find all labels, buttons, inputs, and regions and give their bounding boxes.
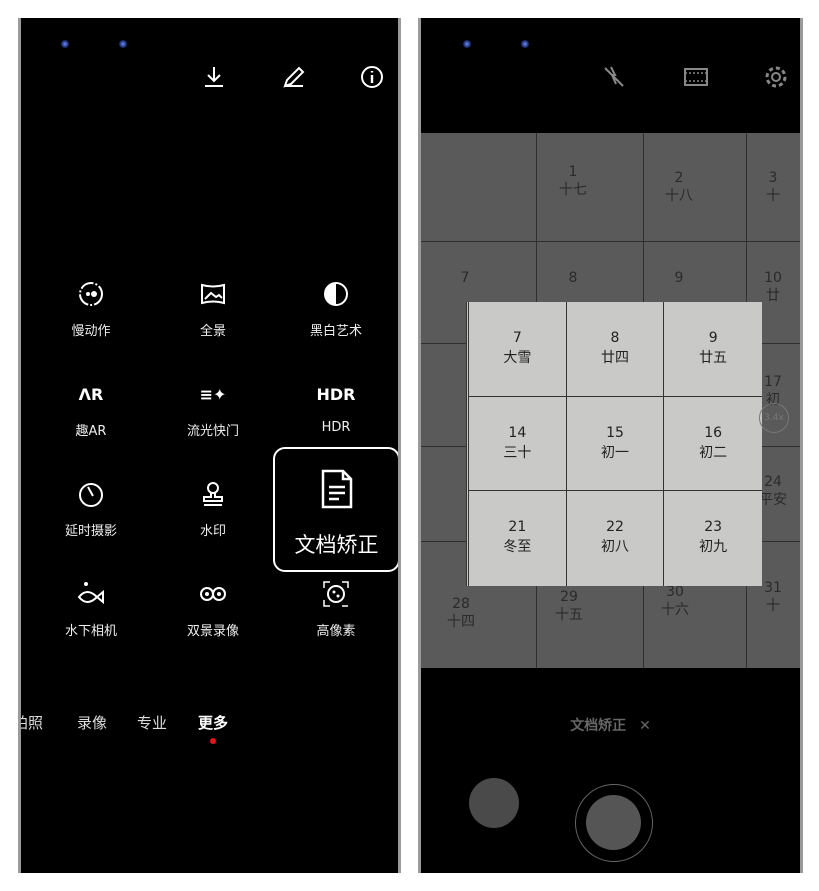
ar-icon: ΛR	[78, 384, 104, 404]
document-calendar-cell: 15 初一	[566, 396, 665, 492]
mode-label: 黑白艺术	[309, 324, 362, 339]
mode-label: 文档矫正	[570, 718, 627, 734]
flash-off-icon[interactable]	[601, 64, 627, 90]
calendar-date: 2 十八	[665, 170, 693, 204]
calendar-date: 1 十七	[559, 164, 587, 198]
mode-label: 双景录像	[186, 624, 239, 639]
document-calendar-cell: 22 初八	[567, 491, 665, 586]
dual-view-icon	[153, 580, 273, 608]
camera-preview[interactable]: 1 十七 2 十八 3 十 7 8 9 10 廿 17 初 24 平安 28 十四 29 十五 30 十六 31 十 7 大雪…	[421, 133, 800, 668]
tab-more[interactable]: 更多	[198, 712, 228, 733]
document-calendar-cell: 23 初九	[699, 519, 728, 556]
mode-label: 水印	[199, 524, 226, 539]
active-tab-dot	[210, 738, 216, 744]
mode-panorama[interactable]: 全景	[153, 280, 273, 339]
zoom-level-button[interactable]: 3.4x	[759, 403, 789, 433]
front-camera-icon	[463, 40, 471, 48]
mode-underwater[interactable]: 水下相机	[31, 580, 151, 639]
mode-label: 文档矫正	[294, 533, 379, 557]
close-mode-icon[interactable]: ✕	[639, 718, 651, 734]
mode-hdr[interactable]: HDR HDR	[276, 380, 396, 436]
underwater-icon	[31, 580, 151, 608]
calendar-date: 30 十六	[661, 584, 689, 618]
hdr-icon: HDR	[316, 384, 356, 404]
document-calendar-cell: 21 冬至	[469, 491, 567, 586]
mode-label: 水下相机	[64, 624, 117, 639]
mode-monochrome[interactable]: 黑白艺术	[276, 280, 396, 339]
edit-icon[interactable]	[281, 64, 307, 90]
calendar-date: 9	[674, 270, 684, 286]
document-calendar-cell: 9 廿五	[664, 302, 762, 397]
sensor-icon	[119, 40, 127, 48]
front-camera-icon	[61, 40, 69, 48]
info-icon[interactable]	[359, 64, 385, 90]
calendar-date: 3十	[766, 170, 780, 204]
settings-icon[interactable]	[763, 64, 789, 90]
mode-document-correction-highlight[interactable]: 文档矫正	[273, 447, 398, 572]
mode-label: HDR	[321, 420, 351, 435]
document-calendar-cell: 7 大雪	[469, 302, 567, 397]
mode-dual-view[interactable]: 双景录像	[153, 580, 273, 639]
gallery-thumbnail[interactable]	[469, 778, 519, 828]
mode-label: 慢动作	[71, 324, 111, 339]
high-res-icon	[276, 580, 396, 608]
download-icon[interactable]	[201, 64, 227, 90]
document-icon	[321, 469, 352, 509]
slow-motion-icon	[31, 280, 151, 308]
light-painting-icon: ≡✦	[199, 384, 227, 404]
document-detection-overlay: 7 大雪 8 廿四 9 廿五 14 三十 15 初一 16 初二 21 冬至 22 初八 23 初九	[466, 302, 762, 586]
mode-label: 流光快门	[186, 424, 239, 439]
tab-photo[interactable]: 拍照	[21, 712, 43, 733]
calendar-date: 8	[568, 270, 578, 286]
tab-video[interactable]: 录像	[77, 712, 107, 733]
tab-pro[interactable]: 专业	[137, 712, 167, 733]
mode-slow-motion[interactable]: 慢动作	[31, 280, 151, 339]
mode-label: 趣AR	[75, 424, 107, 439]
monochrome-icon	[276, 280, 396, 308]
left-phone-screen: 慢动作 全景 黑白艺术 ΛR 趣AR ≡✦ 流光快门 HDR HDR 延时摄影 水印水下相机 双景录像…	[18, 18, 401, 873]
mode-light-painting[interactable]: ≡✦ 流光快门	[153, 380, 273, 440]
document-calendar-cell: 8 廿四	[566, 302, 665, 397]
mode-label: 高像素	[316, 624, 356, 639]
calendar-date: 10 廿	[764, 270, 782, 304]
mode-high-res[interactable]: 高像素	[276, 580, 396, 639]
mode-timelapse[interactable]: 延时摄影	[31, 480, 151, 539]
calendar-date: 29 十五	[555, 589, 583, 623]
sensor-icon	[521, 40, 529, 48]
document-calendar-cell: 16 初二	[664, 397, 762, 492]
mode-watermark[interactable]: 水印	[153, 480, 273, 539]
mode-ar[interactable]: ΛR 趣AR	[31, 380, 151, 440]
calendar-date: 7	[460, 270, 470, 286]
watermark-icon	[153, 480, 273, 508]
panorama-icon	[153, 280, 273, 308]
mode-label: 延时摄影	[64, 524, 117, 539]
mode-label: 全景	[199, 324, 226, 339]
document-calendar-cell: 14 三十	[469, 396, 567, 492]
calendar-date: 28 十四	[447, 596, 475, 630]
video-format-icon[interactable]	[683, 64, 709, 90]
right-phone-screen: 1 十七 2 十八 3 十 7 8 9 10 廿 17 初 24 平安 28 十四 29 十五 30 十六 31 十 7 大雪…	[418, 18, 803, 873]
timelapse-icon	[31, 480, 151, 508]
shutter-button[interactable]	[575, 784, 653, 862]
